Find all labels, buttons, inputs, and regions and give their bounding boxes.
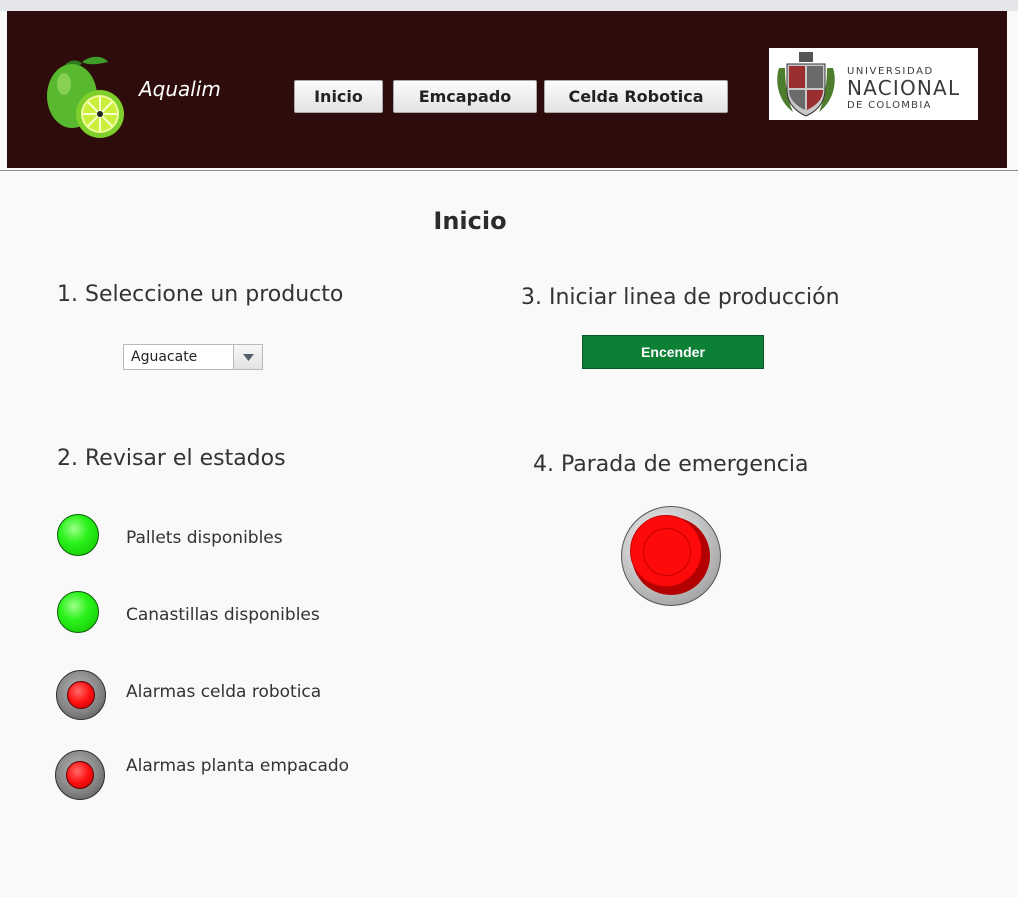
header-divider: [0, 170, 1018, 171]
emergency-stop-ring: [643, 528, 691, 576]
emergency-stop-icon[interactable]: [630, 515, 702, 587]
alarm-light-icon: [67, 681, 95, 709]
step2-heading: 2. Revisar el estados: [57, 446, 286, 471]
encender-button[interactable]: Encender: [582, 335, 764, 369]
status-label-alarmas-planta: Alarmas planta empacado: [126, 756, 350, 776]
step3-heading: 3. Iniciar linea de producción: [521, 285, 840, 310]
nav-celda-robotica-button[interactable]: Celda Robotica: [544, 80, 728, 113]
lime-icon: [47, 56, 124, 138]
university-line2: NACIONAL: [847, 76, 961, 100]
status-led-alarmas-celda: [56, 670, 106, 720]
product-select-value: Aguacate: [131, 349, 198, 365]
alarm-light-icon: [66, 761, 94, 789]
app-brand: Aqualim: [139, 77, 221, 101]
status-label-canastillas: Canastillas disponibles: [126, 605, 320, 625]
nav-inicio-button[interactable]: Inicio: [294, 80, 383, 113]
step4-heading: 4. Parada de emergencia: [533, 452, 809, 477]
step1-heading: 1. Seleccione un producto: [57, 282, 344, 307]
university-crest-icon: [777, 52, 835, 117]
browser-top-strip: [0, 0, 1018, 11]
nav-emcapado-button[interactable]: Emcapado: [393, 80, 537, 113]
chevron-down-icon[interactable]: [233, 345, 262, 369]
page-title: Inicio: [433, 207, 507, 235]
emergency-stop-button[interactable]: [621, 506, 721, 606]
status-led-canastillas: [57, 591, 99, 633]
status-label-alarmas-celda: Alarmas celda robotica: [126, 682, 322, 702]
university-line3: DE COLOMBIA: [847, 100, 932, 111]
product-select[interactable]: Aguacate: [123, 344, 263, 370]
status-led-pallets: [57, 514, 99, 556]
status-label-pallets: Pallets disponibles: [126, 528, 283, 548]
university-logo: UNIVERSIDAD NACIONAL DE COLOMBIA: [769, 48, 978, 120]
status-led-alarmas-planta: [55, 750, 105, 800]
